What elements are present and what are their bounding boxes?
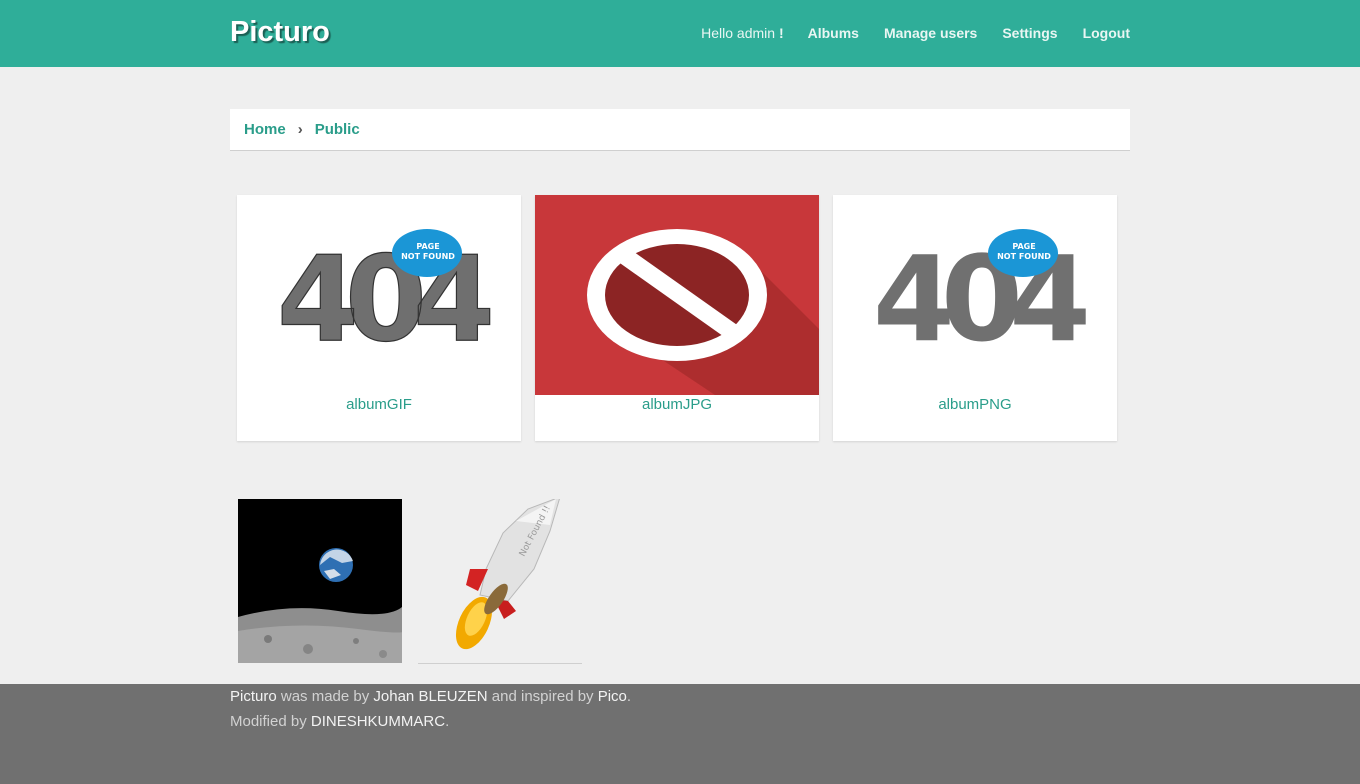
main-nav: Hello admin ! Albums Manage users Settin… bbox=[701, 25, 1130, 41]
top-navbar: Picturo Hello admin ! Albums Manage user… bbox=[0, 0, 1360, 67]
svg-text:PAGE: PAGE bbox=[1012, 242, 1035, 251]
footer-modifier-link[interactable]: DINESHKUMMARC bbox=[311, 713, 445, 730]
footer-modified: Modified by DINESHKUMMARC. bbox=[230, 713, 449, 730]
album-title-link[interactable]: albumJPG bbox=[535, 396, 819, 413]
breadcrumb: Home › Public bbox=[230, 109, 1130, 151]
album-thumbnail-prohibited-icon[interactable] bbox=[535, 195, 819, 395]
nav-albums-link[interactable]: Albums bbox=[808, 25, 859, 41]
album-card-png[interactable]: 404 PAGE NOT FOUND albumPNG bbox=[833, 195, 1117, 441]
album-title-link[interactable]: albumPNG bbox=[833, 396, 1117, 413]
footer: Picturo was made by Johan BLEUZEN and in… bbox=[0, 684, 1360, 784]
nav-manage-users-link[interactable]: Manage users bbox=[884, 25, 977, 41]
album-thumbnail-404-icon[interactable]: 404 PAGE NOT FOUND bbox=[833, 195, 1117, 395]
svg-text:PAGE: PAGE bbox=[416, 242, 439, 251]
footer-text: . bbox=[626, 688, 632, 705]
album-card-jpg[interactable]: albumJPG bbox=[535, 195, 819, 441]
greeting-name: Hello admin bbox=[701, 25, 776, 41]
footer-brand-link[interactable]: Picturo bbox=[230, 688, 277, 705]
photo-thumbnail-earthrise[interactable] bbox=[238, 499, 402, 663]
greeting-text: Hello admin ! bbox=[701, 25, 784, 41]
footer-text: was made by bbox=[276, 688, 374, 705]
greeting-exclamation: ! bbox=[778, 25, 784, 41]
footer-text: Modified by bbox=[230, 713, 311, 730]
footer-text: . bbox=[445, 713, 450, 730]
footer-pico-link[interactable]: Pico bbox=[598, 688, 627, 705]
album-thumbnail-404-icon[interactable]: 404 PAGE NOT FOUND bbox=[237, 195, 521, 395]
footer-author-link[interactable]: Johan BLEUZEN bbox=[373, 688, 487, 705]
chevron-right-icon: › bbox=[297, 121, 303, 138]
breadcrumb-home-link[interactable]: Home bbox=[244, 121, 286, 138]
nav-settings-link[interactable]: Settings bbox=[1002, 25, 1057, 41]
svg-text:NOT FOUND: NOT FOUND bbox=[997, 252, 1051, 261]
footer-credits: Picturo was made by Johan BLEUZEN and in… bbox=[230, 688, 631, 705]
album-card-gif[interactable]: 404 PAGE NOT FOUND albumGIF bbox=[237, 195, 521, 441]
brand-logo-link[interactable]: Picturo bbox=[230, 16, 330, 49]
svg-text:NOT FOUND: NOT FOUND bbox=[401, 252, 455, 261]
nav-logout-link[interactable]: Logout bbox=[1083, 25, 1130, 41]
photo-thumbnail-rocket[interactable]: Not Found !! bbox=[418, 499, 582, 664]
breadcrumb-current-link[interactable]: Public bbox=[315, 121, 360, 138]
footer-text: and inspired by bbox=[487, 688, 598, 705]
album-title-link[interactable]: albumGIF bbox=[237, 396, 521, 413]
